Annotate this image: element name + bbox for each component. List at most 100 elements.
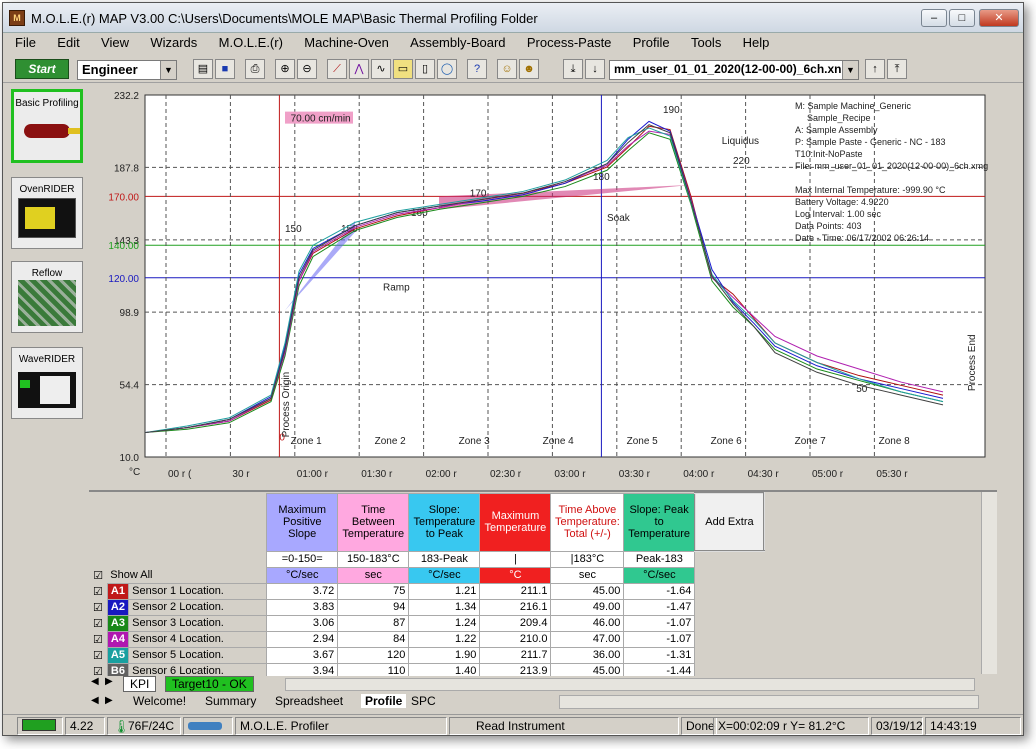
kpi-value-cell[interactable]: 75 [337, 582, 410, 600]
sensor-visible-checkbox[interactable]: ☑ [89, 583, 108, 599]
kpi-range-cell[interactable]: |183°C [550, 550, 625, 568]
kpi-value-cell[interactable]: 87 [337, 614, 410, 632]
maximize-button[interactable]: □ [949, 9, 975, 27]
kpi-value-cell[interactable]: 2.94 [266, 630, 339, 648]
sidebar-item-ovenrider[interactable]: OvenRIDER [11, 177, 83, 249]
sidebar-item-waverider[interactable]: WaveRIDER [11, 347, 83, 419]
menu-profile[interactable]: Profile [621, 33, 676, 50]
sensor-name[interactable]: Sensor 3 Location. [128, 614, 268, 632]
tab-scroll-right-icon[interactable]: ▶ [105, 695, 113, 706]
tab-spc[interactable]: SPC [411, 694, 436, 708]
kpi-value-cell[interactable]: -1.31 [623, 646, 696, 664]
tab-kpi[interactable]: KPI [123, 676, 157, 692]
sensor-name[interactable]: Sensor 4 Location. [128, 630, 268, 648]
menu-assembly-board[interactable]: Assembly-Board [398, 33, 511, 50]
kpi-value-cell[interactable]: -1.47 [623, 598, 696, 616]
prev-file-icon[interactable]: ↑ [865, 59, 885, 79]
kpi-value-cell[interactable]: 3.67 [266, 646, 339, 664]
globe-icon[interactable]: ◯ [437, 59, 457, 79]
menu-edit[interactable]: Edit [45, 33, 85, 50]
next-file-icon[interactable]: ↓ [585, 59, 605, 79]
kpi-value-cell[interactable]: 49.00 [550, 598, 625, 616]
kpi-header-slope-peak-to[interactable]: Slope: Peak to Temperature [623, 492, 696, 552]
kpi-value-cell[interactable]: 1.34 [408, 598, 481, 616]
sensor-name[interactable]: Sensor 1 Location. [128, 582, 268, 600]
wizard-alt-icon[interactable]: ☻ [519, 59, 539, 79]
kpi-value-cell[interactable]: 3.06 [266, 614, 339, 632]
kpi-value-cell[interactable]: 84 [337, 630, 410, 648]
start-button[interactable]: Start [15, 59, 69, 79]
tab-target10[interactable]: Target10 - OK [165, 676, 254, 692]
kpi-value-cell[interactable]: 47.00 [550, 630, 625, 648]
add-extra-button[interactable]: Add Extra [693, 492, 766, 552]
sensor-name[interactable]: Sensor 2 Location. [128, 598, 268, 616]
tab-scroll-left-icon[interactable]: ◀ [91, 676, 99, 687]
kpi-value-cell[interactable]: 120 [337, 646, 410, 664]
kpi-range-cell[interactable]: =0-150= [266, 550, 339, 568]
minimize-button[interactable]: – [921, 9, 947, 27]
first-file-icon[interactable]: ⤓ [563, 59, 583, 79]
peak-tool-icon[interactable]: ⋀ [349, 59, 369, 79]
print-icon[interactable]: ⎙ [245, 59, 265, 79]
menu-tools[interactable]: Tools [679, 33, 727, 50]
kpi-header-time-between[interactable]: Time Between Temperature [337, 492, 410, 552]
table-row[interactable]: ☑ A4 Sensor 4 Location. 2.94 84 1.22 210.0 47.0… [89, 630, 764, 648]
curve-tool-icon[interactable]: ∿ [371, 59, 391, 79]
chevron-down-icon[interactable]: ▼ [160, 61, 176, 79]
zoom-in-icon[interactable]: ⊕ [275, 59, 295, 79]
kpi-value-cell[interactable]: -1.07 [623, 614, 696, 632]
kpi-vertical-scrollbar[interactable] [981, 492, 997, 674]
menu-machine-oven[interactable]: Machine-Oven [292, 33, 395, 50]
kpi-value-cell[interactable]: 209.4 [479, 614, 552, 632]
kpi-value-cell[interactable]: 94 [337, 598, 410, 616]
sidebar-item-basic-profiling[interactable]: Basic Profiling [11, 89, 83, 163]
save-icon[interactable]: ■ [215, 59, 235, 79]
battery-icon[interactable]: ▯ [415, 59, 435, 79]
tab-profile[interactable]: Profile [361, 694, 407, 708]
kpi-range-cell[interactable]: Peak-183 [623, 550, 696, 568]
menu-process-paste[interactable]: Process-Paste [515, 33, 618, 50]
table-row[interactable]: ☑ A5 Sensor 5 Location. 3.67 120 1.90 211.7 36.… [89, 646, 764, 664]
profile-chart[interactable]: 232.2187.8170.00143.3140.00120.0098.954.… [89, 85, 999, 489]
show-all-checkbox[interactable]: ☑ [89, 567, 107, 583]
kpi-header-max-slope[interactable]: Maximum Positive Slope [266, 492, 339, 552]
menu-mole[interactable]: M.O.L.E.(r) [207, 33, 289, 50]
tab-welcome[interactable]: Welcome! [133, 694, 186, 708]
help-icon[interactable]: ? [467, 59, 487, 79]
wizard-icon[interactable]: ☺ [497, 59, 517, 79]
menu-view[interactable]: View [89, 33, 135, 50]
kpi-value-cell[interactable]: -1.64 [623, 582, 696, 600]
kpi-value-cell[interactable]: 45.00 [550, 582, 625, 600]
sensor-visible-checkbox[interactable]: ☑ [89, 631, 108, 647]
kpi-value-cell[interactable]: 36.00 [550, 646, 625, 664]
kpi-value-cell[interactable]: 211.7 [479, 646, 552, 664]
kpi-value-cell[interactable]: 1.90 [408, 646, 481, 664]
menu-wizards[interactable]: Wizards [138, 33, 203, 50]
sensor-name[interactable]: Sensor 5 Location. [128, 646, 268, 664]
kpi-value-cell[interactable]: -1.07 [623, 630, 696, 648]
kpi-range-cell[interactable]: | [479, 550, 552, 568]
sidebar-item-reflow[interactable]: Reflow [11, 261, 83, 333]
table-row[interactable]: ☑ A3 Sensor 3 Location. 3.06 87 1.24 209.4 46.0… [89, 614, 764, 632]
tab-scroll-right-icon[interactable]: ▶ [105, 676, 113, 687]
last-file-icon[interactable]: ⤒ [887, 59, 907, 79]
sensor-visible-checkbox[interactable]: ☑ [89, 647, 108, 663]
kpi-header-time-above[interactable]: Time Above Temperature: Total (+/-) [550, 492, 625, 552]
zoom-out-icon[interactable]: ⊖ [297, 59, 317, 79]
sensor-visible-checkbox[interactable]: ☑ [89, 599, 108, 615]
kpi-header-slope-to-peak[interactable]: Slope: Temperature to Peak [408, 492, 481, 552]
ruler-icon[interactable]: ▭ [393, 59, 413, 79]
file-select[interactable]: mm_user_01_01_2020(12-00-00)_6ch.xn ▼ [609, 60, 859, 80]
main-horizontal-scrollbar[interactable] [559, 695, 979, 709]
menu-file[interactable]: File [3, 33, 42, 50]
close-button[interactable]: ✕ [979, 9, 1019, 27]
kpi-value-cell[interactable]: 46.00 [550, 614, 625, 632]
sensor-visible-checkbox[interactable]: ☑ [89, 615, 108, 631]
user-level-select[interactable]: Engineer ▼ [77, 60, 177, 80]
table-row[interactable]: ☑ A2 Sensor 2 Location. 3.83 94 1.34 216.1 49.0… [89, 598, 764, 616]
kpi-header-max-temp[interactable]: Maximum Temperature [479, 492, 552, 552]
tab-summary[interactable]: Summary [205, 694, 256, 708]
kpi-range-cell[interactable]: 150-183°C [337, 550, 410, 568]
kpi-value-cell[interactable]: 216.1 [479, 598, 552, 616]
kpi-value-cell[interactable]: 211.1 [479, 582, 552, 600]
